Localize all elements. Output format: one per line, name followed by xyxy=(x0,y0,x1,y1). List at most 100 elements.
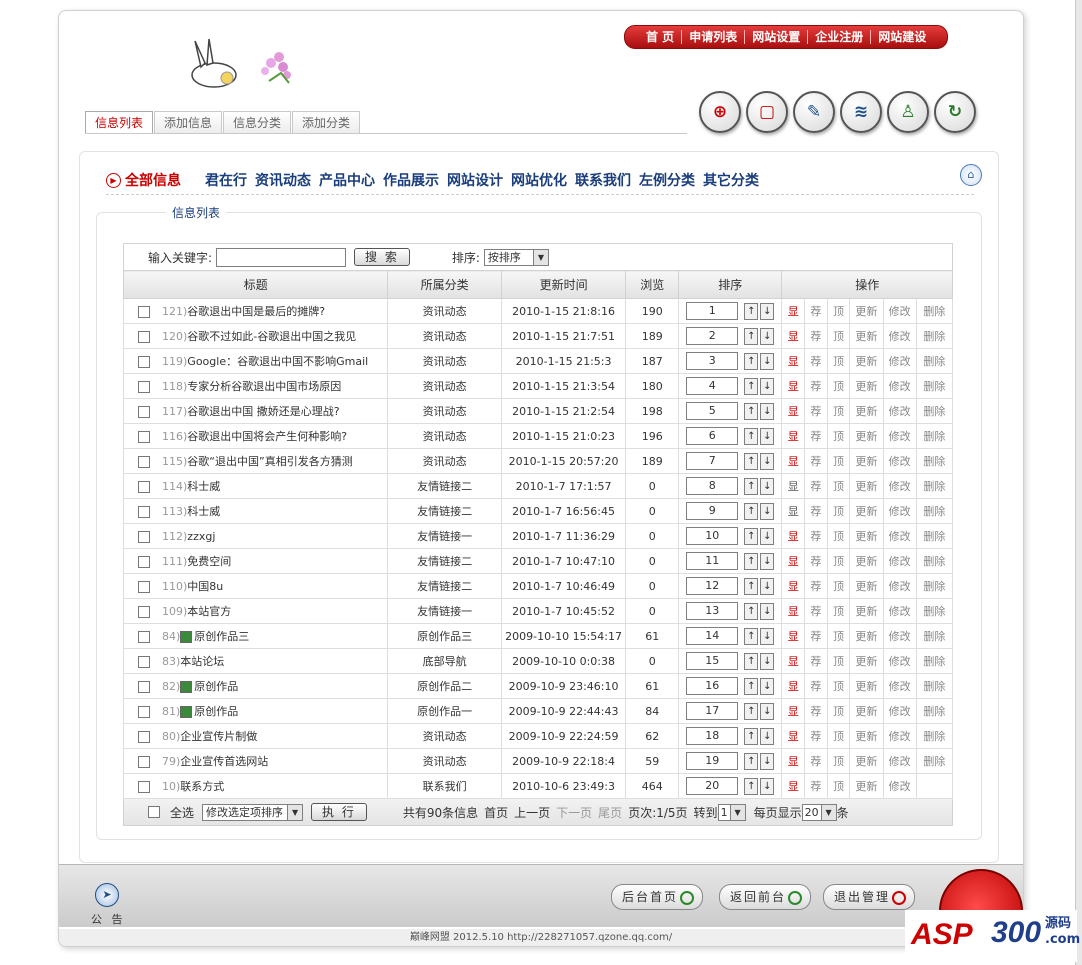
delete-action[interactable]: 删除 xyxy=(923,555,945,568)
top-action[interactable]: 顶 xyxy=(833,680,844,693)
order-input[interactable]: 5 xyxy=(686,402,739,420)
recommend-action[interactable]: 荐 xyxy=(810,505,821,518)
nav-applications[interactable]: 申请列表 xyxy=(682,30,746,44)
row-checkbox[interactable] xyxy=(138,781,150,793)
show-action[interactable]: 显 xyxy=(788,380,799,393)
edit-action[interactable]: 修改 xyxy=(889,480,911,493)
recommend-action[interactable]: 荐 xyxy=(810,605,821,618)
top-action[interactable]: 顶 xyxy=(833,705,844,718)
edit-action[interactable]: 修改 xyxy=(889,455,911,468)
show-action[interactable]: 显 xyxy=(788,530,799,543)
delete-action[interactable]: 删除 xyxy=(923,405,945,418)
row-checkbox[interactable] xyxy=(138,456,150,468)
show-action[interactable]: 显 xyxy=(788,630,799,643)
recommend-action[interactable]: 荐 xyxy=(810,355,821,368)
update-action[interactable]: 更新 xyxy=(855,455,877,468)
edit-action[interactable]: 修改 xyxy=(889,755,911,768)
edit-action[interactable]: 修改 xyxy=(889,680,911,693)
top-action[interactable]: 顶 xyxy=(833,355,844,368)
row-checkbox[interactable] xyxy=(138,731,150,743)
order-input[interactable]: 14 xyxy=(686,627,739,645)
move-up-icon[interactable]: ↑ xyxy=(744,377,759,395)
row-checkbox[interactable] xyxy=(138,431,150,443)
recommend-action[interactable]: 荐 xyxy=(810,330,821,343)
move-down-icon[interactable]: ↓ xyxy=(760,302,775,320)
move-up-icon[interactable]: ↑ xyxy=(744,477,759,495)
last-page-link[interactable]: 尾页 xyxy=(598,804,622,821)
move-down-icon[interactable]: ↓ xyxy=(760,652,775,670)
delete-action[interactable]: 删除 xyxy=(923,380,945,393)
move-down-icon[interactable]: ↓ xyxy=(760,602,775,620)
row-checkbox[interactable] xyxy=(138,331,150,343)
row-title-link[interactable]: 本站论坛 xyxy=(180,655,224,668)
row-title-link[interactable]: 中国8u xyxy=(187,580,223,593)
row-checkbox[interactable] xyxy=(138,681,150,693)
show-action[interactable]: 显 xyxy=(788,655,799,668)
order-input[interactable]: 19 xyxy=(686,752,739,770)
top-action[interactable]: 顶 xyxy=(833,455,844,468)
top-action[interactable]: 顶 xyxy=(833,580,844,593)
recommend-action[interactable]: 荐 xyxy=(810,580,821,593)
goto-page-select[interactable]: 1 ▼ xyxy=(717,803,746,821)
category-item[interactable]: 作品展示 xyxy=(383,170,439,190)
move-up-icon[interactable]: ↑ xyxy=(744,677,759,695)
update-action[interactable]: 更新 xyxy=(855,705,877,718)
order-input[interactable]: 20 xyxy=(686,777,739,795)
move-down-icon[interactable]: ↓ xyxy=(760,452,775,470)
page-icon[interactable]: ▢ xyxy=(746,91,788,133)
move-up-icon[interactable]: ↑ xyxy=(744,602,759,620)
category-item[interactable]: 产品中心 xyxy=(319,170,375,190)
top-action[interactable]: 顶 xyxy=(833,755,844,768)
top-action[interactable]: 顶 xyxy=(833,730,844,743)
update-action[interactable]: 更新 xyxy=(855,730,877,743)
edit-action[interactable]: 修改 xyxy=(889,405,911,418)
order-input[interactable]: 3 xyxy=(686,352,739,370)
recommend-action[interactable]: 荐 xyxy=(810,730,821,743)
order-input[interactable]: 11 xyxy=(686,552,739,570)
recommend-action[interactable]: 荐 xyxy=(810,455,821,468)
order-input[interactable]: 18 xyxy=(686,727,739,745)
refresh-icon[interactable]: ↻ xyxy=(934,91,976,133)
batch-action-select[interactable]: 修改选定项排序 ▼ xyxy=(202,803,304,821)
category-item[interactable]: 其它分类 xyxy=(703,170,759,190)
search-input[interactable] xyxy=(216,247,347,267)
edit-action[interactable]: 修改 xyxy=(889,305,911,318)
delete-action[interactable]: 删除 xyxy=(923,730,945,743)
move-up-icon[interactable]: ↑ xyxy=(744,577,759,595)
recommend-action[interactable]: 荐 xyxy=(810,780,821,793)
update-action[interactable]: 更新 xyxy=(855,480,877,493)
row-title-link[interactable]: 谷歌退出中国将会产生何种影响? xyxy=(187,430,347,443)
edit-action[interactable]: 修改 xyxy=(889,505,911,518)
move-up-icon[interactable]: ↑ xyxy=(744,702,759,720)
add-icon[interactable]: ⊕ xyxy=(699,91,741,133)
move-down-icon[interactable]: ↓ xyxy=(760,727,775,745)
edit-action[interactable]: 修改 xyxy=(889,730,911,743)
edit-action[interactable]: 修改 xyxy=(889,380,911,393)
move-up-icon[interactable]: ↑ xyxy=(744,502,759,520)
move-up-icon[interactable]: ↑ xyxy=(744,527,759,545)
notice-icon[interactable]: ➤ xyxy=(95,883,119,907)
tab-add-info[interactable]: 添加信息 xyxy=(154,111,223,134)
top-action[interactable]: 顶 xyxy=(833,305,844,318)
top-action[interactable]: 顶 xyxy=(833,380,844,393)
recommend-action[interactable]: 荐 xyxy=(810,705,821,718)
show-action[interactable]: 显 xyxy=(788,580,799,593)
scrollbar[interactable] xyxy=(1075,0,1082,965)
row-checkbox[interactable] xyxy=(138,381,150,393)
update-action[interactable]: 更新 xyxy=(855,305,877,318)
top-action[interactable]: 顶 xyxy=(833,480,844,493)
top-action[interactable]: 顶 xyxy=(833,430,844,443)
top-action[interactable]: 顶 xyxy=(833,330,844,343)
delete-action[interactable]: 删除 xyxy=(923,480,945,493)
move-down-icon[interactable]: ↓ xyxy=(760,477,775,495)
category-item[interactable]: 网站优化 xyxy=(511,170,567,190)
move-down-icon[interactable]: ↓ xyxy=(760,627,775,645)
admin-home-button[interactable]: 后台首页 xyxy=(611,884,704,910)
show-action[interactable]: 显 xyxy=(788,705,799,718)
order-input[interactable]: 12 xyxy=(686,577,739,595)
row-title-link[interactable]: 联系方式 xyxy=(180,780,224,793)
move-up-icon[interactable]: ↑ xyxy=(744,327,759,345)
show-action[interactable]: 显 xyxy=(788,505,799,518)
show-action[interactable]: 显 xyxy=(788,405,799,418)
tab-info-category[interactable]: 信息分类 xyxy=(223,111,292,134)
